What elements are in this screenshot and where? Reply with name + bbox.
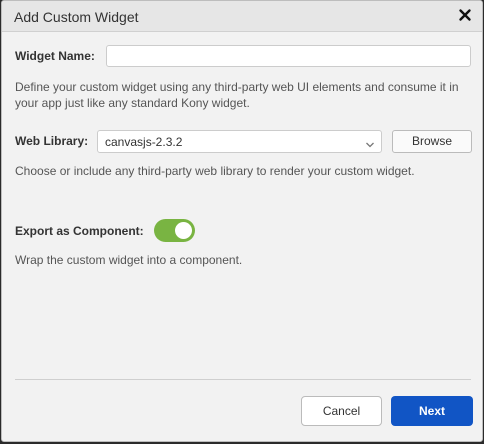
footer-divider xyxy=(15,379,471,380)
dialog-title: Add Custom Widget xyxy=(14,9,139,25)
cancel-button[interactable]: Cancel xyxy=(301,396,382,426)
widget-name-input[interactable] xyxy=(106,45,471,67)
web-library-select[interactable]: canvasjs-2.3.2 xyxy=(97,130,382,153)
export-component-label: Export as Component: xyxy=(15,224,144,238)
close-icon[interactable] xyxy=(456,6,474,24)
toggle-knob xyxy=(175,222,192,239)
dialog-title-bar: Add Custom Widget xyxy=(2,1,482,32)
web-library-description: Choose or include any third-party web li… xyxy=(15,164,415,178)
chevron-down-icon xyxy=(365,137,375,148)
web-library-selected-value: canvasjs-2.3.2 xyxy=(105,135,183,149)
web-library-label: Web Library: xyxy=(15,134,89,148)
widget-name-label: Widget Name: xyxy=(15,49,95,63)
browse-button[interactable]: Browse xyxy=(392,130,472,153)
next-button[interactable]: Next xyxy=(391,396,473,426)
export-component-toggle[interactable] xyxy=(154,219,195,242)
export-component-description: Wrap the custom widget into a component. xyxy=(15,253,243,267)
widget-name-description: Define your custom widget using any thir… xyxy=(15,80,459,110)
add-custom-widget-dialog: Add Custom Widget Widget Name: Define yo… xyxy=(1,0,483,442)
